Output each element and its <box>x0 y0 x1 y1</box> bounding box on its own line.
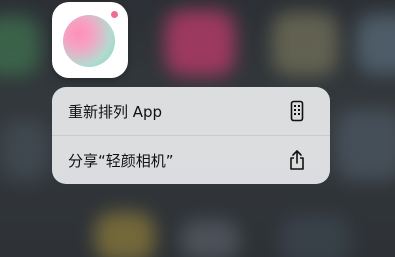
menu-item-rearrange-apps[interactable]: 重新排列 App <box>52 87 330 135</box>
blurred-app-tile <box>272 12 338 76</box>
blurred-app-tile <box>0 120 50 180</box>
menu-item-share-app[interactable]: 分享“轻颜相机” <box>52 136 330 184</box>
context-menu: 重新排列 App 分享“轻颜相机” <box>52 87 330 184</box>
menu-item-label: 重新排列 App <box>68 102 163 121</box>
blurred-app-tile <box>356 14 395 74</box>
camera-lens-graphic <box>63 15 115 67</box>
blurred-app-tile <box>280 215 350 257</box>
camera-app-icon[interactable] <box>52 2 128 78</box>
blurred-app-tile <box>0 16 40 76</box>
share-icon <box>286 149 308 171</box>
camera-flash-dot <box>111 11 118 18</box>
blurred-app-tile <box>180 220 240 257</box>
menu-item-label: 分享“轻颜相机” <box>68 151 174 170</box>
blurred-app-tile <box>335 110 395 180</box>
phone-rearrange-icon <box>286 100 308 122</box>
blurred-app-tile <box>95 212 155 257</box>
blurred-app-tile <box>165 10 235 76</box>
